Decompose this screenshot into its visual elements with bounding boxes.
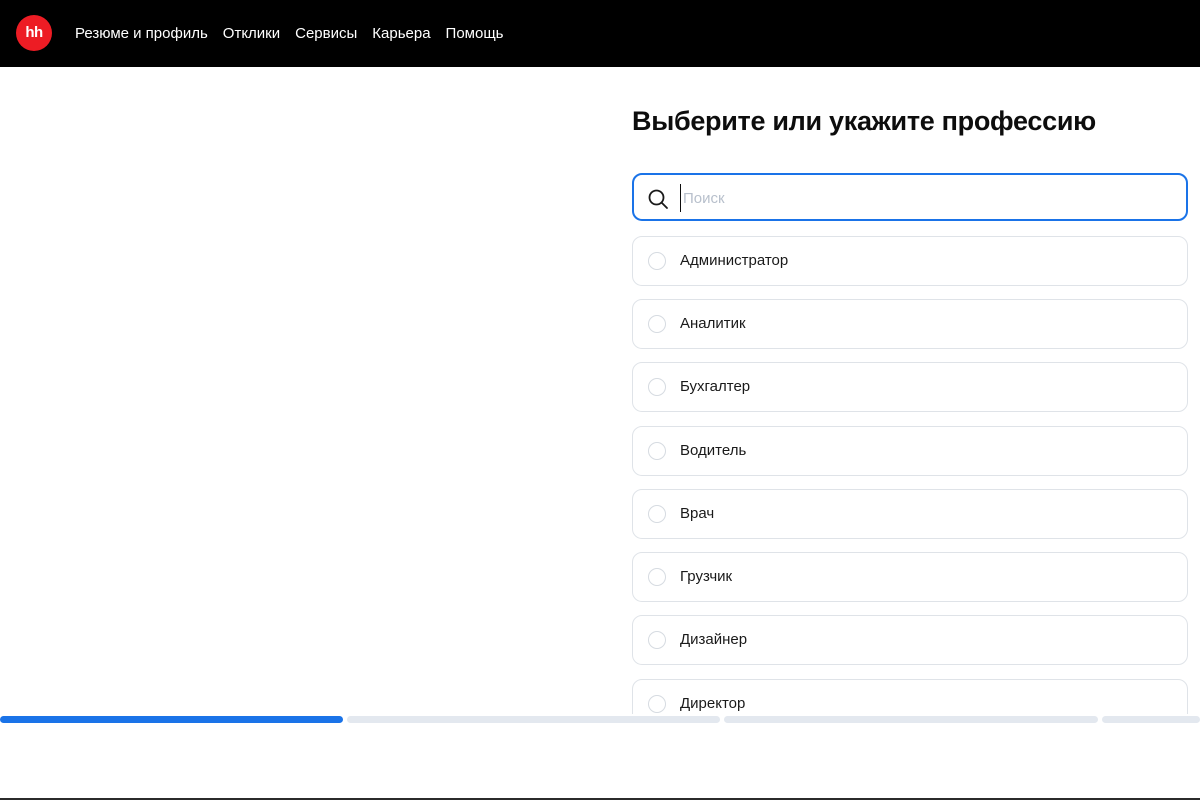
radio-button[interactable] [648, 631, 666, 649]
hh-logo[interactable]: hh [16, 15, 52, 51]
profession-label: Бухгалтер [680, 378, 751, 395]
profession-option[interactable]: Директор [632, 679, 1188, 714]
profession-label: Врач [680, 505, 715, 522]
profession-option[interactable]: Дизайнер [632, 615, 1188, 665]
top-navigation-bar: hh Резюме и профиль Отклики Сервисы Карь… [0, 0, 1200, 67]
radio-button[interactable] [648, 505, 666, 523]
profession-label: Администратор [680, 252, 789, 269]
profession-label: Директор [680, 695, 746, 712]
step-progress-bar [0, 716, 1200, 723]
profession-option[interactable]: Администратор [632, 236, 1188, 286]
profession-list[interactable]: Администратор Аналитик Бухгалтер Водител… [632, 236, 1192, 714]
radio-button[interactable] [648, 252, 666, 270]
profession-option[interactable]: Водитель [632, 426, 1188, 476]
search-field[interactable] [632, 173, 1188, 221]
profession-option[interactable]: Аналитик [632, 299, 1188, 349]
radio-button[interactable] [648, 442, 666, 460]
profession-label: Аналитик [680, 315, 746, 332]
radio-button[interactable] [648, 568, 666, 586]
nav-item-resume-profile[interactable]: Резюме и профиль [75, 25, 208, 42]
progress-segment [1102, 716, 1200, 723]
nav-item-help[interactable]: Помощь [446, 25, 504, 42]
profession-option[interactable]: Грузчик [632, 552, 1188, 602]
nav-item-career[interactable]: Карьера [372, 25, 430, 42]
radio-button[interactable] [648, 378, 666, 396]
profession-label: Водитель [680, 442, 747, 459]
profession-label: Дизайнер [680, 631, 748, 648]
profession-label: Грузчик [680, 568, 733, 585]
search-input[interactable] [680, 184, 1173, 212]
nav-item-services[interactable]: Сервисы [295, 25, 357, 42]
nav-item-responses[interactable]: Отклики [223, 25, 280, 42]
search-icon [648, 189, 668, 209]
progress-segment-active [0, 716, 343, 723]
radio-button[interactable] [648, 695, 666, 713]
profession-option[interactable]: Бухгалтер [632, 362, 1188, 412]
main-nav: Резюме и профиль Отклики Сервисы Карьера… [75, 0, 518, 67]
progress-segment [724, 716, 1098, 723]
progress-segment [347, 716, 720, 723]
radio-button[interactable] [648, 315, 666, 333]
page-title: Выберите или укажите профессию [632, 106, 1096, 136]
profession-option[interactable]: Врач [632, 489, 1188, 539]
